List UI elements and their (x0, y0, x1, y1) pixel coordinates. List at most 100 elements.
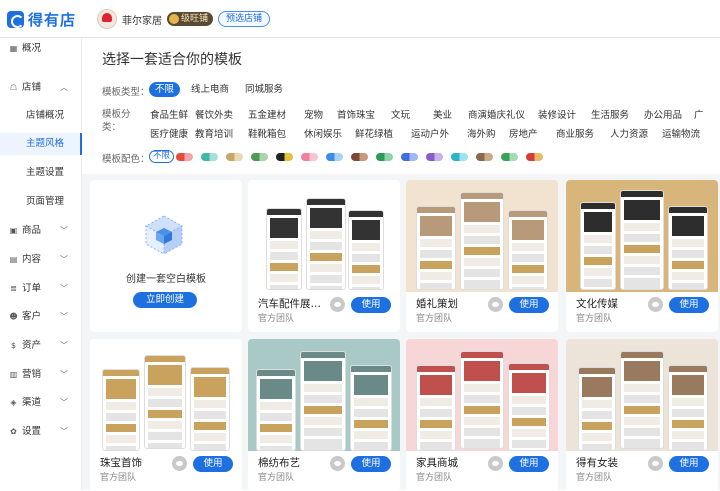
color-swatch[interactable] (426, 153, 443, 161)
category-row1-9[interactable]: 装修设计 (538, 108, 576, 123)
preview-eye-icon[interactable] (648, 456, 663, 471)
category-row2-2[interactable]: 教育培训 (195, 127, 233, 142)
sidebar-item-content[interactable]: ▤ 内容 ﹀ (0, 249, 82, 271)
color-swatch[interactable] (301, 153, 318, 161)
phone-content-block (420, 216, 452, 236)
sidebar-item-customers[interactable]: ☻ 客户 ﹀ (0, 306, 82, 328)
phone-content-block (310, 208, 342, 228)
sidebar-item-store[interactable]: ☖ 店铺 ︿ (0, 77, 82, 99)
sidebar-item-marketing[interactable]: ▥ 营销 ﹀ (0, 364, 82, 386)
category-row1-7[interactable]: 美业 (433, 108, 452, 123)
phone-content-block (354, 442, 388, 450)
template-card-furniture[interactable]: 家具商城 官方团队 使用 (406, 339, 558, 491)
category-row2-4[interactable]: 休闲娱乐 (304, 127, 342, 142)
phone-content-block (624, 256, 660, 264)
phone-mockup (350, 365, 392, 451)
use-template-button[interactable]: 使用 (509, 456, 549, 472)
blank-template-card[interactable]: 创建一套空白模板 立即创建 (90, 180, 242, 332)
category-row2-11[interactable]: 运输物流 (662, 127, 700, 142)
preview-eye-icon[interactable] (488, 456, 503, 471)
use-template-button[interactable]: 使用 (509, 297, 549, 313)
category-row2-8[interactable]: 房地产 (509, 127, 538, 142)
preview-eye-icon[interactable] (172, 456, 187, 471)
color-swatch[interactable] (251, 153, 268, 161)
template-card-wedding[interactable]: 婚礼策划 官方团队 使用 (406, 180, 558, 332)
color-swatch[interactable] (376, 153, 393, 161)
type-option-all[interactable]: 不限 (149, 82, 181, 97)
sidebar-item-goods[interactable]: ▣ 商品 ﹀ (0, 220, 82, 242)
category-row1-10[interactable]: 生活服务 (591, 108, 629, 123)
template-card-womenswear[interactable]: 得有女装 官方团队 使用 (566, 339, 718, 491)
phone-mockup (620, 190, 664, 290)
phone-header (301, 352, 345, 358)
preview-eye-icon[interactable] (648, 297, 663, 312)
category-row1-8[interactable]: 商演婚庆礼仪 (468, 108, 525, 123)
use-template-button[interactable]: 使用 (669, 297, 709, 313)
sidebar-item-settings[interactable]: ✿ 设置 ﹀ (0, 421, 82, 443)
category-row1-11[interactable]: 办公用品 (644, 108, 682, 123)
sidebar-sub-store-overview[interactable]: 店铺概况 (0, 105, 82, 127)
sidebar-item-orders[interactable]: ≣ 订单 ﹀ (0, 278, 82, 300)
category-row1-3[interactable]: 五金建材 (248, 108, 286, 123)
category-row2-3[interactable]: 鞋靴箱包 (248, 127, 286, 142)
phone-content-block (270, 285, 298, 289)
preview-shop-button[interactable]: 预选店铺 (218, 11, 271, 27)
phone-mockup (508, 210, 548, 290)
category-row1-5[interactable]: 首饰珠宝 (337, 108, 375, 123)
category-row1-12[interactable]: 广 (694, 108, 704, 123)
color-swatch[interactable] (401, 153, 418, 161)
phone-header (669, 207, 707, 213)
category-row1-1[interactable]: 食品生鲜 (150, 108, 188, 123)
type-option-local[interactable]: 同城服务 (245, 82, 283, 97)
sidebar-sub-theme-settings[interactable]: 主题设置 (0, 162, 82, 184)
phone-content-block (584, 268, 612, 276)
preview-eye-icon[interactable] (330, 297, 345, 312)
category-row1-2[interactable]: 餐饮外卖 (195, 108, 233, 123)
avatar[interactable] (97, 9, 117, 29)
use-template-button[interactable]: 使用 (669, 456, 709, 472)
color-swatch[interactable] (351, 153, 368, 161)
category-row1-6[interactable]: 文玩 (391, 108, 410, 123)
sidebar-item-assets[interactable]: $ 资产 ﹀ (0, 335, 82, 357)
color-swatch[interactable] (501, 153, 518, 161)
shop-name[interactable]: 菲尔家居 (122, 12, 162, 27)
category-row1-4[interactable]: 宠物 (304, 108, 323, 123)
category-row2-10[interactable]: 人力资源 (610, 127, 648, 142)
sidebar-sub-page-management[interactable]: 页面管理 (0, 191, 82, 213)
sidebar-item-label: 概况 (22, 43, 42, 54)
template-card-textile[interactable]: 棉纺布艺 官方团队 使用 (248, 339, 400, 491)
preview-eye-icon[interactable] (488, 297, 503, 312)
category-row2-9[interactable]: 商业服务 (556, 127, 594, 142)
color-swatch[interactable] (276, 153, 293, 161)
color-swatch[interactable] (201, 153, 218, 161)
create-now-button[interactable]: 立即创建 (133, 292, 197, 308)
color-swatch[interactable] (451, 153, 468, 161)
use-template-button[interactable]: 使用 (351, 456, 391, 472)
template-card-auto-parts[interactable]: 汽车配件展示... 官方团队 使用 (248, 180, 400, 332)
sidebar-sub-theme-style[interactable]: 主题风格 (0, 133, 82, 155)
brand-logo[interactable]: 得有店 (7, 9, 76, 30)
category-row2-5[interactable]: 鲜花绿植 (355, 127, 393, 142)
sidebar-item-channels[interactable]: ◈ 渠道 ﹀ (0, 392, 82, 414)
color-swatch[interactable] (326, 153, 343, 161)
color-option-all[interactable]: 不限 (149, 150, 175, 163)
phone-content-block (512, 429, 546, 437)
phone-content-block (582, 422, 612, 430)
category-row2-7[interactable]: 海外购 (467, 127, 496, 142)
use-template-button[interactable]: 使用 (193, 456, 233, 472)
color-swatch[interactable] (226, 153, 243, 161)
template-card-jewelry[interactable]: 珠宝首饰 官方团队 使用 (90, 339, 242, 491)
sidebar-item-overview[interactable]: ▦ 概况 (0, 38, 82, 60)
category-row2-1[interactable]: 医疗健康 (150, 127, 188, 142)
use-template-button[interactable]: 使用 (351, 297, 391, 313)
preview-eye-icon[interactable] (330, 456, 345, 471)
category-row2-6[interactable]: 运动户外 (411, 127, 449, 142)
template-card-media[interactable]: 文化传媒 官方团队 使用 (566, 180, 718, 332)
type-option-online[interactable]: 线上电商 (191, 82, 229, 97)
color-swatch[interactable] (526, 153, 543, 161)
phone-content-block (420, 409, 452, 417)
color-swatch[interactable] (476, 153, 493, 161)
color-swatch[interactable] (176, 153, 193, 161)
phone-content-block (584, 257, 612, 265)
phone-content-block (420, 250, 452, 258)
